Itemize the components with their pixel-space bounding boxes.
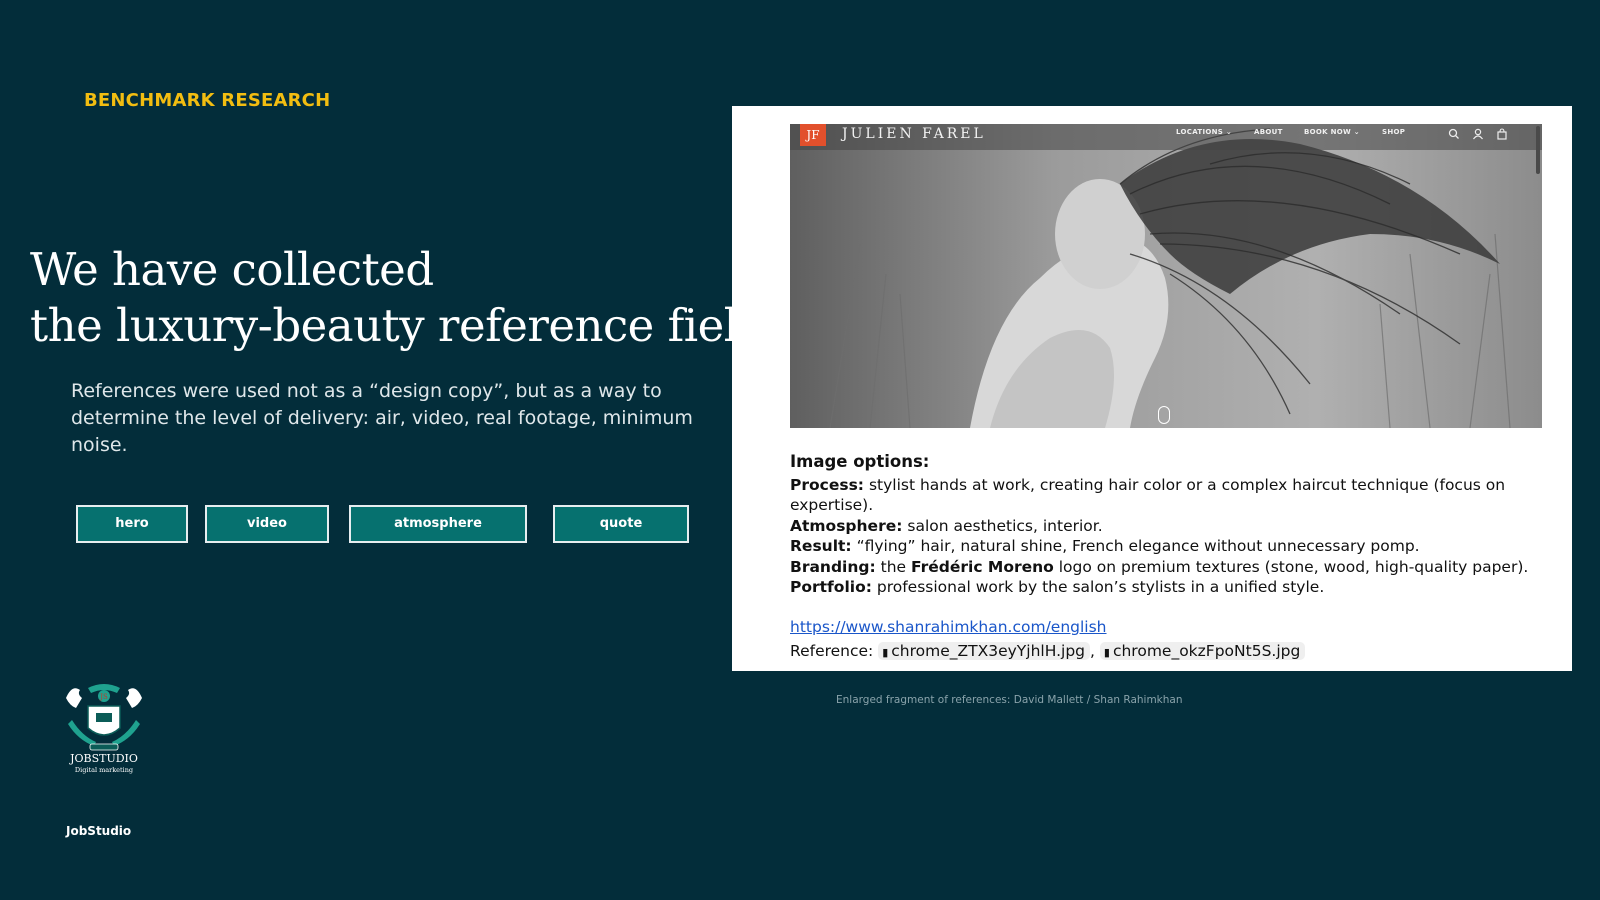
pill-quote[interactable]: quote — [553, 505, 689, 543]
site-scrollbar[interactable] — [1536, 126, 1540, 174]
pill-hero[interactable]: hero — [76, 505, 188, 543]
logo-tagline-text: Digital marketing — [75, 766, 133, 774]
notes-heading: Image options: — [790, 452, 930, 471]
file-icon: ▮ — [882, 646, 889, 659]
note-atmosphere: Atmosphere: salon aesthetics, interior. — [790, 516, 1103, 535]
site-nav-shop[interactable]: SHOP — [1382, 128, 1405, 136]
eyebrow-label: BENCHMARK RESEARCH — [84, 90, 331, 111]
reference-screenshot: JF JULIEN FAREL LOCATIONS ⌄ ABOUT BOOK N… — [790, 124, 1542, 428]
note-portfolio: Portfolio: professional work by the salo… — [790, 578, 1325, 596]
hero-photo — [790, 124, 1542, 428]
logo-badge-text: JS — [99, 693, 108, 701]
reference-files: Reference: ▮ chrome_ZTX3eyYjhlH.jpg, ▮ chr… — [790, 642, 1306, 660]
image-options-notes: Image options: Process: stylist hands at… — [790, 452, 1572, 598]
account-icon[interactable] — [1471, 127, 1485, 141]
reference-card: JF JULIEN FAREL LOCATIONS ⌄ ABOUT BOOK N… — [732, 106, 1572, 671]
note-branding: Branding: the Frédéric Moreno logo on pr… — [790, 557, 1529, 576]
site-nav-locations[interactable]: LOCATIONS ⌄ — [1176, 128, 1232, 136]
site-nav-book-now[interactable]: BOOK NOW ⌄ — [1304, 128, 1360, 136]
scroll-down-icon[interactable] — [1158, 406, 1170, 424]
slide-headline: We have collected the luxury-beauty refe… — [30, 242, 767, 354]
search-icon[interactable] — [1447, 127, 1461, 141]
site-brand-name[interactable]: JULIEN FAREL — [842, 126, 986, 142]
file-chip-2[interactable]: ▮ chrome_okzFpoNt5S.jpg — [1099, 642, 1306, 660]
headline-line-1: We have collected — [30, 243, 434, 296]
file-separator: , — [1090, 642, 1095, 660]
lead-paragraph: References were used not as a “design co… — [71, 380, 693, 456]
note-process: Process: stylist hands at work, creating… — [790, 475, 1506, 515]
pill-atmosphere[interactable]: atmosphere — [349, 505, 527, 543]
site-logo-mark[interactable]: JF — [800, 124, 826, 146]
site-nav-about[interactable]: ABOUT — [1254, 128, 1283, 136]
reference-caption: Enlarged fragment of references: David M… — [836, 694, 1183, 706]
logo-name-text: JOBSTUDIO — [69, 752, 138, 765]
brand-label: JobStudio — [66, 824, 132, 838]
note-result: Result: “flying” hair, natural shine, Fr… — [790, 537, 1420, 555]
reference-label: Reference: — [790, 642, 874, 660]
reference-link[interactable]: https://www.shanrahimkhan.com/english — [790, 618, 1107, 636]
file-icon: ▮ — [1103, 646, 1110, 659]
headline-line-2: the luxury-beauty reference field — [30, 299, 767, 352]
pill-video[interactable]: video — [205, 505, 329, 543]
jobstudio-logo: JS JOBSTUDIO Digital marketing — [66, 684, 142, 774]
file-chip-1[interactable]: ▮ chrome_ZTX3eyYjhlH.jpg — [878, 642, 1091, 660]
bag-icon[interactable] — [1495, 127, 1509, 141]
